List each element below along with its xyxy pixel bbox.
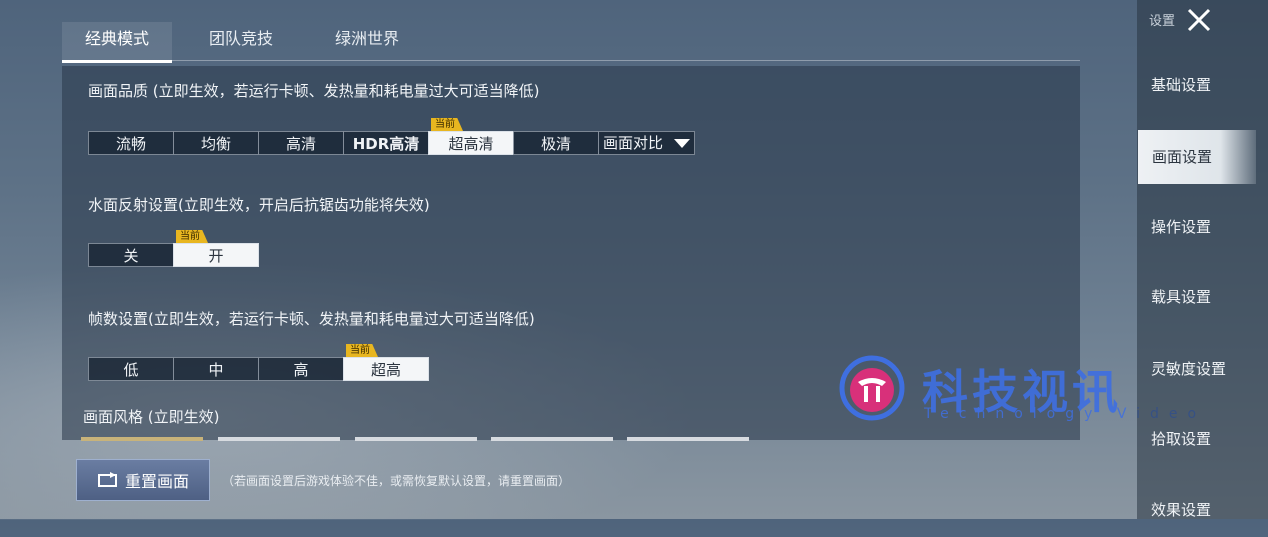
settings-header: 设置 — [1149, 14, 1176, 29]
tab-team-deathmatch[interactable]: 团队竞技 — [188, 22, 294, 60]
frame-rate-high[interactable]: 高 — [258, 357, 344, 381]
reset-icon — [97, 472, 117, 487]
quality-option-hdr-hd[interactable]: HDR高清 — [343, 131, 429, 155]
sidebar-item-basic[interactable]: 基础设置 — [1137, 58, 1268, 112]
sidebar-item-pickup[interactable]: 拾取设置 — [1137, 412, 1268, 466]
watermark-logo — [839, 355, 905, 421]
quality-option-balanced[interactable]: 均衡 — [173, 131, 259, 155]
reset-graphics-button[interactable]: 重置画面 — [76, 459, 210, 501]
frame-rate-low[interactable]: 低 — [88, 357, 174, 381]
reset-note: （若画面设置后游戏体验不佳，或需恢复默认设置，请重置画面） — [222, 474, 571, 488]
water-reflection-off[interactable]: 关 — [88, 243, 174, 267]
quality-compare-dropdown[interactable]: 画面对比 — [598, 131, 695, 155]
quality-option-ultra-hd-label: 超高清 — [448, 135, 494, 153]
style-thumbnail[interactable] — [627, 437, 749, 441]
quality-compare-label: 画面对比 — [603, 134, 664, 152]
graphics-style-title: 画面风格 (立即生效) — [83, 408, 220, 426]
frame-rate-title: 帧数设置(立即生效，若运行卡顿、发热量和耗电量过大可适当降低) — [88, 310, 535, 328]
frame-rate-ultra-label: 超高 — [370, 361, 401, 379]
reset-graphics-label: 重置画面 — [124, 472, 189, 491]
tab-classic-mode[interactable]: 经典模式 — [62, 22, 172, 63]
sidebar-item-controls[interactable]: 操作设置 — [1137, 200, 1268, 254]
style-thumbnail[interactable] — [355, 437, 477, 441]
graphics-quality-title: 画面品质 (立即生效，若运行卡顿、发热量和耗电量过大可适当降低) — [88, 82, 540, 100]
water-reflection-options: 关 当前 开 — [88, 230, 259, 269]
quality-option-hd[interactable]: 高清 — [258, 131, 344, 155]
frame-rate-ultra[interactable]: 当前 超高 — [343, 344, 429, 381]
frame-rate-options: 低 中 高 当前 超高 — [88, 344, 429, 383]
quality-option-ultra-hd[interactable]: 当前 超高清 — [428, 118, 514, 155]
mode-tabs: 经典模式 团队竞技 绿洲世界 — [62, 22, 1080, 63]
style-thumbnail[interactable] — [81, 437, 203, 441]
style-thumbnail[interactable] — [218, 437, 340, 441]
tab-oasis-world[interactable]: 绿洲世界 — [314, 22, 420, 60]
sidebar-item-sensitivity[interactable]: 灵敏度设置 — [1137, 342, 1268, 396]
style-thumbnail[interactable] — [491, 437, 613, 441]
quality-option-extreme[interactable]: 极清 — [513, 131, 599, 155]
graphics-quality-options: 流畅 均衡 高清 HDR高清 当前 超高清 极清 画面对比 — [88, 118, 695, 157]
water-reflection-on-label: 开 — [208, 247, 224, 265]
water-reflection-on[interactable]: 当前 开 — [173, 230, 259, 267]
sidebar-item-effects[interactable]: 效果设置 — [1137, 483, 1268, 537]
frame-rate-medium[interactable]: 中 — [173, 357, 259, 381]
quality-option-smooth[interactable]: 流畅 — [88, 131, 174, 155]
water-reflection-title: 水面反射设置(立即生效，开启后抗锯齿功能将失效) — [88, 196, 430, 214]
sidebar-item-graphics[interactable]: 画面设置 — [1138, 130, 1256, 184]
close-icon[interactable] — [1184, 5, 1214, 35]
sidebar-item-vehicle[interactable]: 载具设置 — [1137, 270, 1268, 324]
settings-sidebar: 设置 基础设置 画面设置 操作设置 载具设置 灵敏度设置 拾取设置 效果设置 — [1137, 0, 1268, 519]
caret-down-icon — [674, 138, 690, 148]
